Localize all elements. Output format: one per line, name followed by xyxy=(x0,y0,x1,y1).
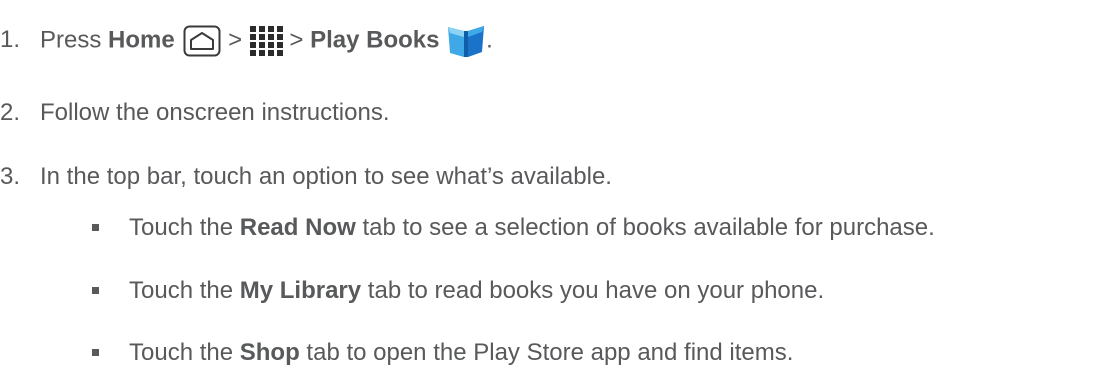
tab-name: Shop xyxy=(239,339,300,366)
bullet-item-read-now: Touch the Read Now tab to see a selectio… xyxy=(129,213,935,243)
bullet-text: Touch the xyxy=(129,277,234,304)
step-3: 3. In the top bar, touch an option to see… xyxy=(0,162,612,192)
step-text: In the top bar, touch an option to see w… xyxy=(40,163,612,190)
bullet-marker xyxy=(92,224,99,231)
bullet-text: tab to read books you have on your phone… xyxy=(367,277,825,304)
step-2: 2. Follow the onscreen instructions. xyxy=(0,98,390,128)
bullet-text: Touch the xyxy=(129,339,234,366)
bullet-text: tab to open the Play Store app and find … xyxy=(306,339,794,366)
bullet-item-shop: Touch the Shop tab to open the Play Stor… xyxy=(129,338,793,368)
all-apps-grid-icon xyxy=(249,24,283,58)
period: . xyxy=(486,26,493,54)
step-number: 3. xyxy=(0,163,21,190)
home-key-icon xyxy=(183,25,221,57)
step-1: 1. Press Home > > Play Books . xyxy=(0,23,493,59)
tab-name: My Library xyxy=(239,277,362,304)
step-text: Follow the onscreen instructions. xyxy=(40,99,390,126)
tab-name: Read Now xyxy=(239,214,356,241)
bullet-marker xyxy=(92,287,99,294)
step-number: 1. xyxy=(0,26,21,54)
separator: > xyxy=(228,26,243,54)
bullet-item-my-library: Touch the My Library tab to read books y… xyxy=(129,276,824,306)
step-number: 2. xyxy=(0,99,21,126)
play-books-label: Play Books xyxy=(310,26,440,54)
bullet-text: Touch the xyxy=(129,214,234,241)
separator: > xyxy=(289,26,304,54)
bullet-text: tab to see a selection of books availabl… xyxy=(362,214,935,241)
step-text: Press xyxy=(40,26,102,54)
home-label: Home xyxy=(108,26,175,54)
play-books-app-icon xyxy=(446,23,486,59)
bullet-marker xyxy=(92,349,99,356)
